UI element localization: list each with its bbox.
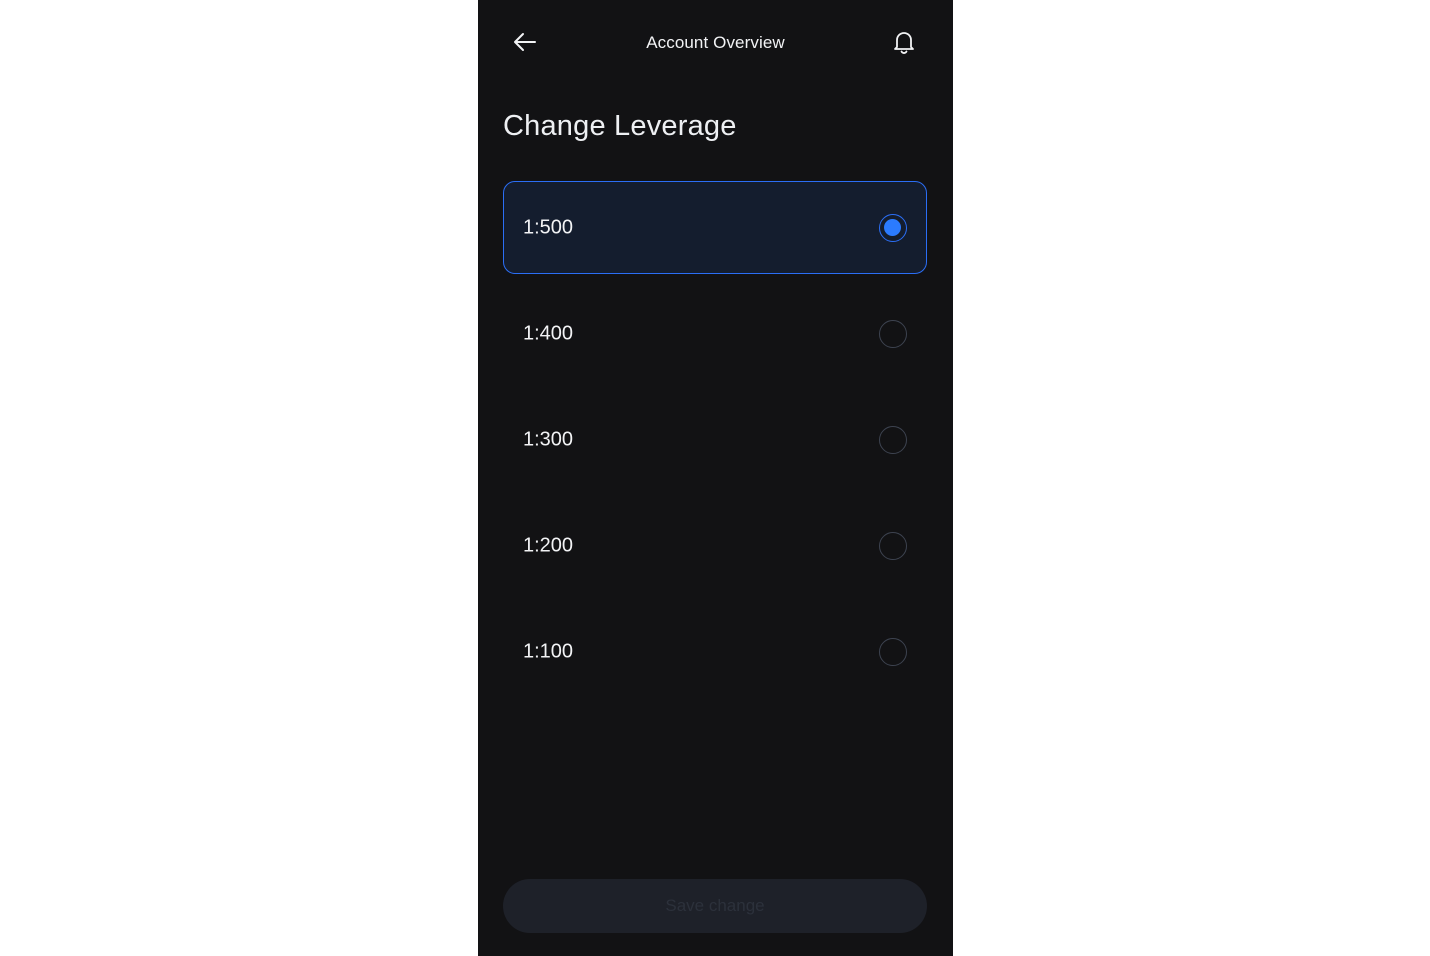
notifications-button[interactable] (889, 30, 919, 58)
leverage-option-1-100[interactable]: 1:100 (503, 605, 927, 698)
header-title: Account Overview (646, 33, 785, 52)
phone-screen: Account Overview Change Leverage 1:500 1… (478, 0, 953, 956)
option-label: 1:500 (523, 216, 574, 238)
option-label: 1:200 (523, 534, 574, 556)
radio-button[interactable] (879, 213, 907, 242)
leverage-option-1-400[interactable]: 1:400 (503, 287, 927, 380)
option-label: 1:100 (523, 640, 574, 662)
leverage-option-1-300[interactable]: 1:300 (503, 393, 927, 486)
radio-button[interactable] (879, 425, 907, 454)
option-label: 1:400 (523, 322, 574, 344)
leverage-options-list: 1:500 1:400 1:300 1:200 1:100 (503, 181, 927, 711)
leverage-option-1-500[interactable]: 1:500 (503, 181, 927, 274)
leverage-option-1-200[interactable]: 1:200 (503, 499, 927, 592)
save-change-button[interactable]: Save change (503, 879, 927, 933)
bell-icon (893, 30, 915, 59)
radio-selected-dot (884, 218, 901, 236)
top-bar: Account Overview (478, 0, 953, 88)
radio-button[interactable] (879, 637, 907, 666)
option-label: 1:300 (523, 428, 574, 450)
radio-button[interactable] (879, 531, 907, 560)
radio-button[interactable] (879, 319, 907, 348)
page-title: Change Leverage (503, 110, 737, 142)
